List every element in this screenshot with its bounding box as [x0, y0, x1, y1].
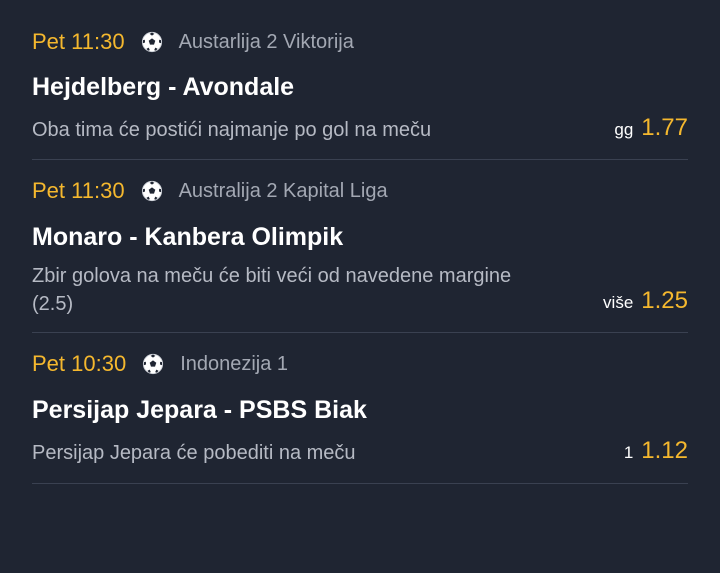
bet-item[interactable]: Pet 11:30 Austarlija 2 Viktorija Hejdelb…: [32, 0, 688, 160]
match-title: Hejdelberg - Avondale: [32, 73, 295, 101]
odd-value: 1.12: [641, 437, 688, 464]
soccer-ball-icon: [143, 353, 164, 375]
odd-group: više 1.25: [603, 287, 688, 315]
event-meta: Pet 10:30 Indonezija 1: [32, 349, 288, 379]
soccer-ball-icon: [141, 31, 162, 53]
match-title: Monaro - Kanbera Olimpik: [32, 223, 344, 251]
odd-value: 1.77: [641, 114, 688, 141]
pick-label: gg: [614, 120, 634, 139]
event-meta: Pet 11:30 Australija 2 Kapital Liga: [32, 176, 388, 206]
bet-item[interactable]: Pet 10:30 Indonezija 1 Persijap Jepara -…: [32, 333, 688, 484]
market-description: Zbir golova na meču će biti veći od nave…: [32, 265, 512, 315]
match-title: Persijap Jepara - PSBS Biak: [32, 396, 367, 424]
league-name: Austarlija 2 Viktorija: [178, 30, 354, 53]
event-meta: Pet 11:30 Austarlija 2 Viktorija: [32, 27, 354, 57]
soccer-ball-icon: [141, 180, 162, 202]
bet-item[interactable]: Pet 11:30 Australija 2 Kapital Liga Mona…: [32, 160, 688, 333]
event-time: Pet 11:30: [32, 178, 125, 203]
odd-group: 1 1.12: [624, 437, 688, 465]
odd-group: gg 1.77: [614, 114, 688, 142]
pick-label: više: [603, 293, 634, 312]
event-time: Pet 11:30: [32, 29, 125, 54]
league-name: Australija 2 Kapital Liga: [178, 179, 388, 202]
odd-value: 1.25: [641, 287, 688, 314]
event-time: Pet 10:30: [32, 351, 127, 376]
bet-slip-list: Pet 11:30 Austarlija 2 Viktorija Hejdelb…: [32, 0, 688, 484]
league-name: Indonezija 1: [180, 352, 289, 375]
market-description: Oba tima će postići najmanje po gol na m…: [32, 119, 432, 141]
market-description: Persijap Jepara će pobediti na meču: [32, 442, 356, 464]
pick-label: 1: [623, 443, 634, 462]
